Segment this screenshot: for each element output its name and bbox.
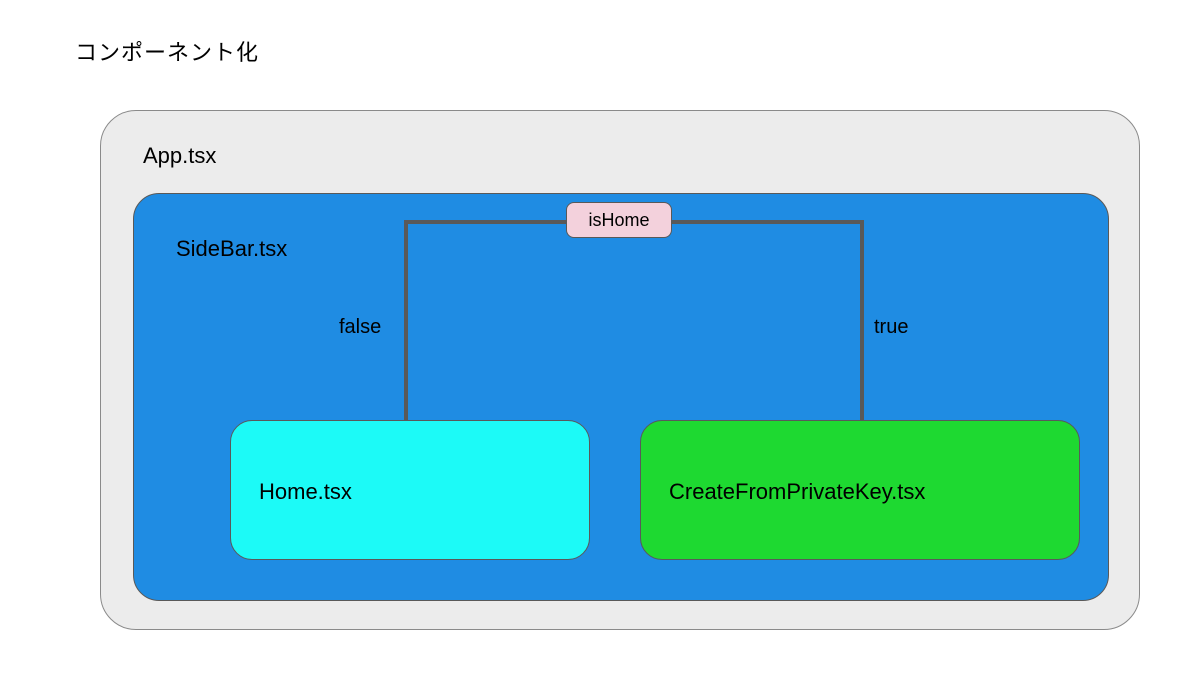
app-label: App.tsx [143,143,216,169]
app-container: App.tsx SideBar.tsx isHome false true Ho… [100,110,1140,630]
sidebar-container: SideBar.tsx isHome false true Home.tsx C… [133,193,1109,601]
create-component: CreateFromPrivateKey.tsx [640,420,1080,560]
connector-left [404,220,408,422]
diagram-heading: コンポーネント化 [75,35,259,67]
branch-label-false: false [339,316,381,339]
connector-right [860,220,864,422]
sidebar-label: SideBar.tsx [176,236,287,262]
branch-label-true: true [874,316,908,339]
create-label: CreateFromPrivateKey.tsx [669,479,925,505]
condition-badge: isHome [566,202,672,238]
home-component: Home.tsx [230,420,590,560]
home-label: Home.tsx [259,479,352,505]
